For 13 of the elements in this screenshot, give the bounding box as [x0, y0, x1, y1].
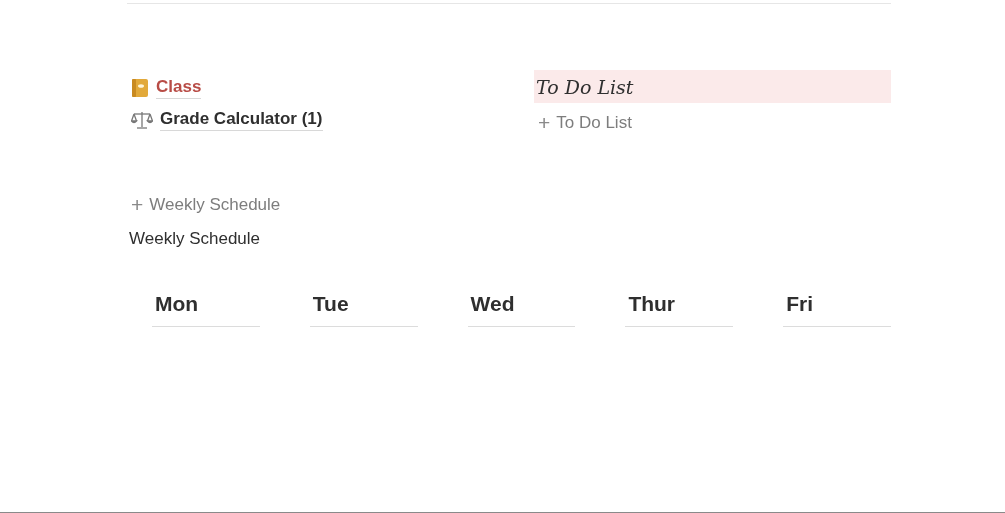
- scales-icon: [131, 109, 153, 130]
- add-button[interactable]: + Weekly Schedule: [127, 193, 281, 217]
- page-link[interactable]: Grade Calculator (1): [160, 108, 323, 131]
- notebook-icon: [131, 77, 149, 98]
- day-heading: Fri: [783, 292, 891, 327]
- day-heading: Wed: [467, 292, 576, 327]
- day-heading: Thur: [625, 292, 734, 327]
- section-title: Weekly Schedule: [128, 229, 262, 249]
- page-link[interactable]: Class: [156, 76, 202, 99]
- day-heading: Mon: [152, 292, 260, 327]
- section-heading: To Do List: [534, 70, 891, 103]
- add-button[interactable]: + To Do List: [534, 111, 632, 135]
- day-heading: Tue: [309, 292, 418, 327]
